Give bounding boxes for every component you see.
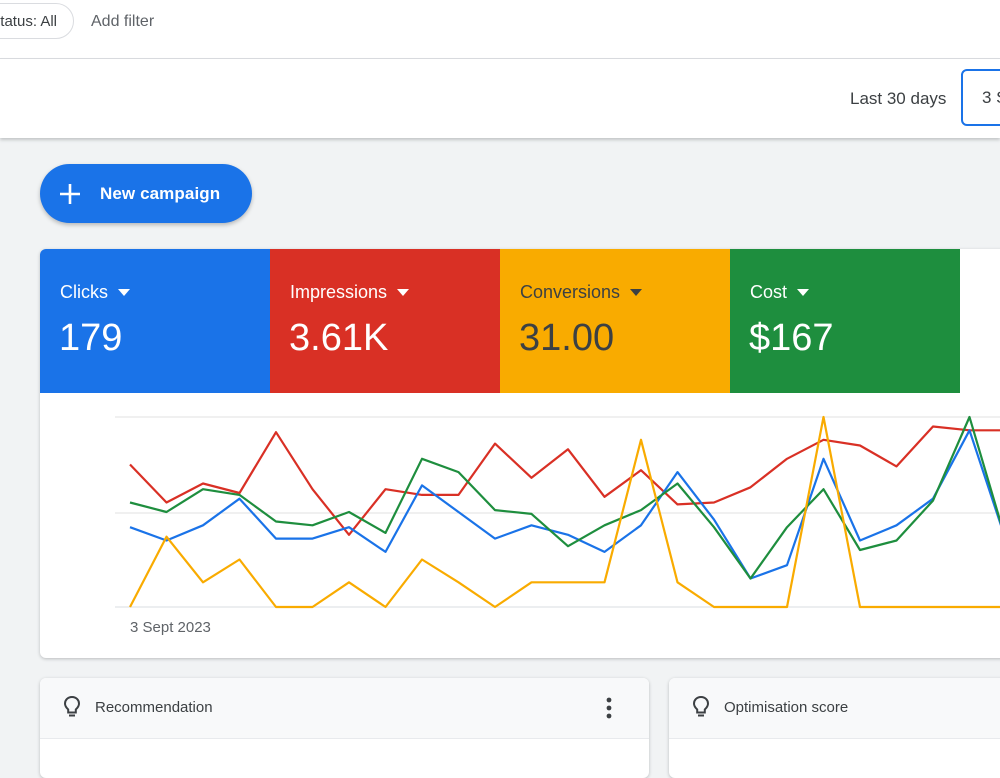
status-filter-label: Status: All [0, 13, 57, 30]
date-range-label: Last 30 days [850, 89, 947, 108]
filter-bar: Status: All Add filter [0, 0, 1000, 59]
status-filter-chip[interactable]: Status: All [0, 3, 74, 39]
optimisation-card-header: Optimisation score [669, 678, 1000, 739]
date-range-selector[interactable]: 3 S [961, 69, 1000, 126]
recommendation-card: Recommendation [40, 678, 649, 778]
recommendation-title: Recommendation [95, 699, 213, 716]
optimisation-score-card: Optimisation score [669, 678, 1000, 778]
chart-start-date-label: 3 Sept 2023 [130, 619, 211, 636]
recommendation-card-header: Recommendation [40, 678, 649, 739]
more-vert-icon[interactable] [599, 695, 619, 721]
date-range-bar: Last 30 days 3 S [0, 59, 1000, 138]
series-line-impressions [129, 425, 1000, 536]
plus-icon [60, 183, 80, 204]
date-range-value: 3 S [982, 88, 1000, 107]
new-campaign-label: New campaign [100, 183, 221, 203]
lightbulb-icon [63, 695, 81, 717]
series-line-conversions [129, 415, 1000, 580]
lightbulb-icon [692, 695, 710, 717]
chart-series-layer [129, 415, 1000, 609]
add-filter-button[interactable]: Add filter [91, 13, 154, 31]
performance-line-chart [115, 415, 1000, 609]
optimisation-score-title: Optimisation score [724, 699, 849, 716]
performance-overview-card: Clicks 179 Impressions 3.61K Conversions… [40, 249, 1000, 658]
series-line-cost [129, 415, 1000, 609]
new-campaign-button[interactable]: New campaign [40, 164, 252, 223]
